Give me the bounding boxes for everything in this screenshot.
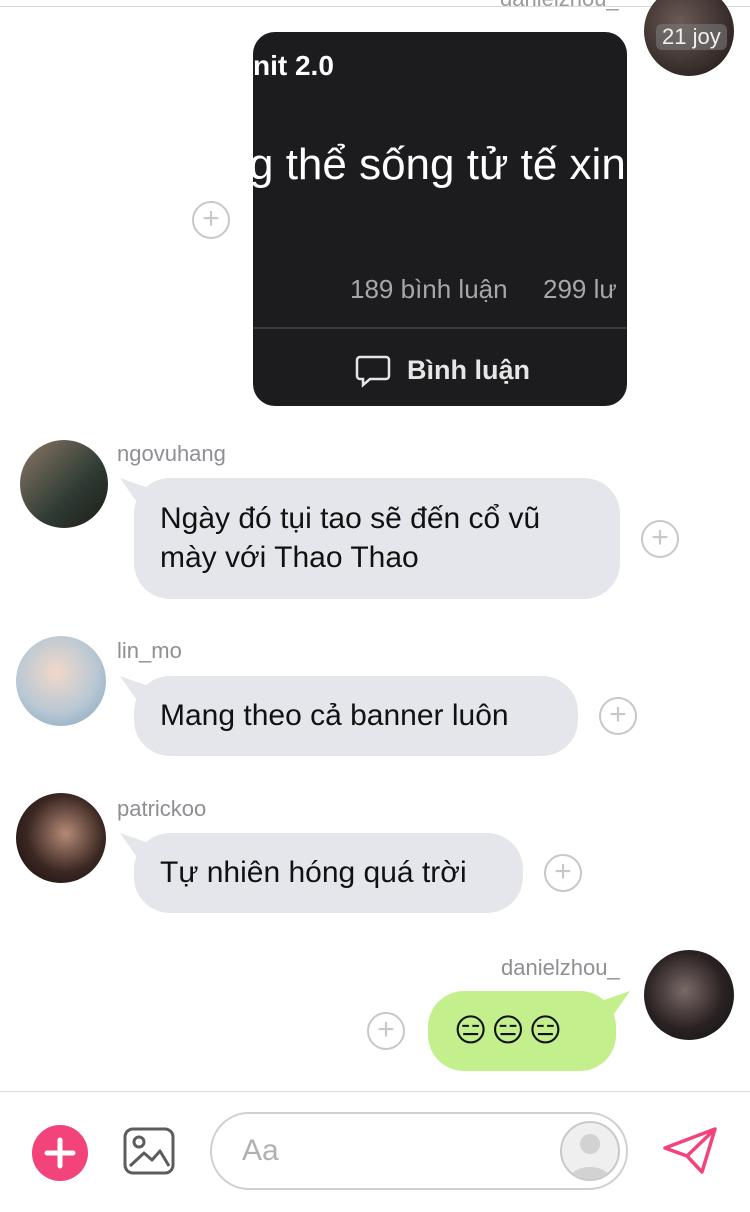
username-lin-mo: lin_mo bbox=[117, 638, 182, 663]
react-button-msg2[interactable]: + bbox=[599, 697, 637, 735]
username-danielzhou: danielzhou_ bbox=[501, 955, 620, 980]
react-plus-icon: + bbox=[609, 697, 627, 731]
message-bubble-patrickoo: Tự nhiên hóng quá trời bbox=[120, 833, 523, 913]
message-input-field[interactable]: Aa bbox=[210, 1112, 628, 1190]
bubble-tail bbox=[120, 478, 150, 508]
send-button[interactable] bbox=[661, 1126, 719, 1181]
shared-post-comments-count: 189 bình luận bbox=[350, 274, 508, 304]
message-bubble-danielzhou: 😑😑😑 bbox=[428, 991, 630, 1071]
image-icon bbox=[123, 1127, 175, 1175]
top-partial-username: danielzhou_ bbox=[500, 0, 619, 12]
shared-post-title: nit 2.0 bbox=[253, 50, 334, 81]
avatar-patrickoo[interactable] bbox=[16, 793, 106, 883]
avatar-lin-mo[interactable] bbox=[16, 636, 106, 726]
react-button-card[interactable]: + bbox=[192, 201, 230, 239]
message-text-line1: Ngày đó tụi tao sẽ đến cổ vũ bbox=[160, 502, 541, 535]
react-button-msg4[interactable]: + bbox=[367, 1012, 405, 1050]
username-ngovuhang: ngovuhang bbox=[117, 441, 226, 466]
avatar-danielzhou[interactable] bbox=[644, 950, 734, 1040]
card-divider bbox=[253, 327, 627, 329]
shared-post-body: g thể sống tử tế xin bbox=[253, 140, 626, 189]
avatar-danielzhou-top[interactable]: 21 joy bbox=[644, 0, 734, 76]
message-text: Mang theo cả banner luôn bbox=[160, 699, 509, 732]
comment-icon bbox=[355, 352, 391, 393]
bubble-tail bbox=[600, 991, 630, 1021]
shared-post-likes-count: 299 lư bbox=[543, 274, 617, 304]
shared-post-card[interactable]: nit 2.0 g thể sống tử tế xin 189 bình lu… bbox=[253, 32, 627, 406]
react-plus-icon: + bbox=[651, 520, 669, 554]
plus-icon bbox=[44, 1137, 76, 1169]
message-bubble-ngovuhang: Ngày đó tụi tao sẽ đến cổ vũ mày với Tha… bbox=[120, 478, 620, 599]
message-text: 😑😑😑 bbox=[454, 1012, 567, 1048]
message-bubble-lin-mo: Mang theo cả banner luôn bbox=[120, 676, 578, 756]
react-button-msg3[interactable]: + bbox=[544, 854, 582, 892]
react-plus-icon: + bbox=[554, 854, 572, 888]
bubble-tail bbox=[120, 676, 150, 706]
comment-button-label[interactable]: Bình luận bbox=[407, 355, 530, 386]
react-plus-icon: + bbox=[377, 1012, 395, 1046]
composer-bar: Aa bbox=[0, 1091, 750, 1212]
send-icon bbox=[663, 1127, 717, 1174]
message-text: Tự nhiên hóng quá trời bbox=[160, 856, 467, 889]
avatar-placeholder-icon[interactable] bbox=[560, 1121, 620, 1181]
bubble-tail bbox=[120, 833, 150, 863]
avatar-badge: 21 joy bbox=[656, 24, 727, 50]
username-patrickoo: patrickoo bbox=[117, 796, 207, 821]
add-button[interactable] bbox=[32, 1125, 88, 1181]
message-input-placeholder: Aa bbox=[242, 1134, 279, 1167]
message-text-line2: mày với Thao Thao bbox=[160, 541, 419, 574]
react-plus-icon: + bbox=[202, 201, 220, 235]
image-picker-button[interactable] bbox=[122, 1126, 178, 1183]
top-divider bbox=[0, 6, 750, 7]
avatar-ngovuhang[interactable] bbox=[20, 440, 108, 528]
react-button-msg1[interactable]: + bbox=[641, 520, 679, 558]
